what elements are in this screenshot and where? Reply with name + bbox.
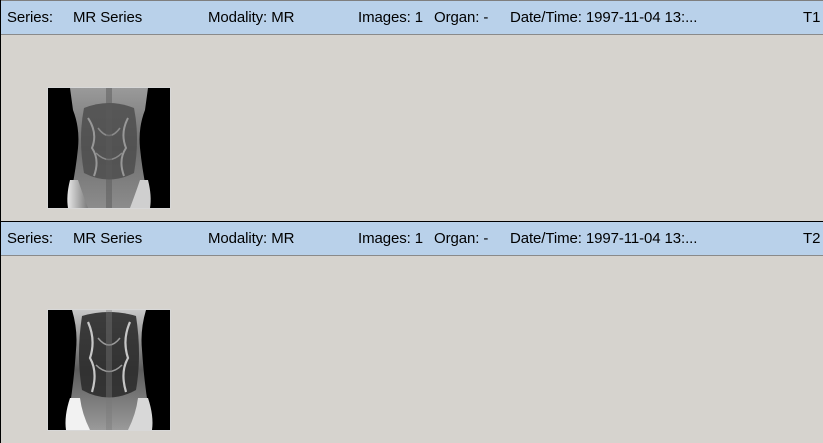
series-panel: Series: MR Series Modality: MR Images: 1… [1, 0, 823, 221]
thumbnail-area [1, 256, 823, 443]
mr-scan-image [48, 88, 170, 208]
images-count: Images: 1 [358, 9, 423, 26]
mr-scan-image [48, 310, 170, 430]
modality-label: Modality: MR [208, 9, 295, 26]
organ-label: Organ: - [434, 230, 489, 247]
organ-label: Organ: - [434, 9, 489, 26]
thumbnail-area [1, 35, 823, 221]
series-header[interactable]: Series: MR Series Modality: MR Images: 1… [1, 0, 823, 35]
datetime-label: Date/Time: 1997-11-04 13:... [510, 9, 698, 26]
series-label: Series: [7, 230, 53, 247]
modality-label: Modality: MR [208, 230, 295, 247]
series-browser: Series: MR Series Modality: MR Images: 1… [0, 0, 823, 443]
images-count: Images: 1 [358, 230, 423, 247]
mr-image-thumbnail[interactable] [47, 309, 171, 431]
series-tag: T2 [803, 230, 821, 247]
series-tag: T1 [803, 9, 821, 26]
series-label: Series: [7, 9, 53, 26]
series-name: MR Series [73, 9, 143, 26]
series-header[interactable]: Series: MR Series Modality: MR Images: 1… [1, 221, 823, 256]
series-name: MR Series [73, 230, 143, 247]
series-panel: Series: MR Series Modality: MR Images: 1… [1, 221, 823, 443]
datetime-label: Date/Time: 1997-11-04 13:... [510, 230, 698, 247]
mr-image-thumbnail[interactable] [47, 87, 171, 209]
